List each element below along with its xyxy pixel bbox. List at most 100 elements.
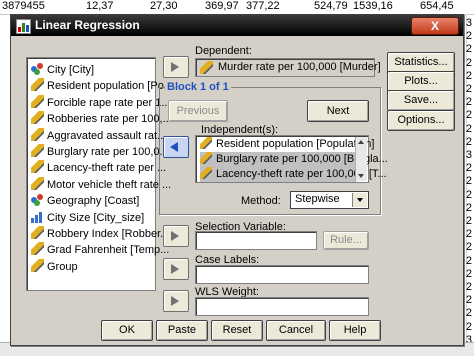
cell[interactable]: 3: [466, 148, 472, 162]
cell[interactable]: 2: [466, 267, 472, 281]
scale-icon: [200, 152, 212, 164]
list-item[interactable]: Grad Fahrenheit [Temp...: [31, 242, 169, 258]
cell[interactable]: 369,97: [205, 0, 239, 13]
statistics-button[interactable]: Statistics...: [387, 52, 455, 73]
list-item[interactable]: Burglary rate per 100,000 [Burgla...: [200, 152, 388, 167]
nominal-icon: [31, 62, 44, 75]
cell[interactable]: 2: [466, 161, 472, 175]
dependent-field[interactable]: Murder rate per 100,000 [Murder]: [195, 58, 381, 77]
scale-icon: [31, 144, 44, 157]
list-item[interactable]: Burglary rate per 100,0...: [31, 144, 169, 160]
list-item[interactable]: Resident population [Po...: [31, 78, 173, 94]
cell[interactable]: 524,79: [314, 0, 348, 13]
variable-label: Geography [Coast]: [47, 195, 140, 208]
list-item[interactable]: Geography [Coast]: [31, 193, 139, 209]
save-button[interactable]: Save...: [387, 90, 455, 111]
scale-icon: [31, 226, 44, 239]
variable-label: Grad Fahrenheit [Temp...: [47, 244, 170, 257]
list-item[interactable]: Lacency-theft rate per 100,000 [T...: [200, 167, 387, 182]
list-item[interactable]: Motor vehicle theft rate ...: [31, 176, 171, 193]
selection-variable-field[interactable]: [195, 231, 317, 250]
move-selection-button[interactable]: [163, 225, 189, 247]
paste-button[interactable]: Paste: [156, 320, 208, 341]
dependent-value: Murder rate per 100,000 [Murder]: [218, 61, 381, 73]
list-item[interactable]: City Size [City_size]: [31, 210, 144, 226]
reset-button[interactable]: Reset: [211, 320, 263, 341]
cell[interactable]: 2: [466, 42, 472, 56]
cell[interactable]: 2: [466, 56, 472, 70]
cell[interactable]: 2: [466, 82, 472, 96]
variable-label: Resident population [Po...: [47, 80, 173, 93]
scale-icon: [31, 242, 44, 256]
cell[interactable]: 2: [466, 135, 472, 149]
scale-icon: [31, 78, 44, 92]
scrollbar[interactable]: [355, 137, 367, 181]
wls-weight-field[interactable]: [195, 297, 369, 316]
left-arrow-icon: [170, 142, 178, 152]
block-label: Block 1 of 1: [165, 81, 231, 93]
plots-button[interactable]: Plots...: [387, 71, 455, 92]
linear-regression-dialog: Linear Regression X City [City] Resident …: [10, 14, 464, 346]
cell[interactable]: 654,45: [420, 0, 454, 13]
variable-label: Robbery Index [Robber...: [47, 228, 170, 240]
cell[interactable]: 2: [466, 108, 472, 122]
list-item[interactable]: Aggravated assault rat...: [31, 127, 166, 144]
chevron-down-icon[interactable]: [352, 193, 367, 207]
options-button[interactable]: Options...: [387, 110, 455, 131]
cell[interactable]: 2: [466, 69, 472, 83]
cancel-button[interactable]: Cancel: [266, 320, 326, 341]
rule-button[interactable]: Rule...: [323, 231, 369, 250]
method-select[interactable]: Stepwise: [290, 191, 369, 209]
cell[interactable]: 2: [466, 227, 472, 241]
list-item[interactable]: Robberies rate per 100,...: [31, 111, 172, 127]
cell[interactable]: 2: [466, 306, 472, 320]
next-button[interactable]: Next: [307, 100, 369, 122]
scale-icon: [31, 127, 44, 141]
help-button[interactable]: Help: [329, 320, 381, 341]
cell[interactable]: 2: [466, 122, 472, 136]
cell[interactable]: 2: [466, 29, 472, 43]
move-dependent-button[interactable]: [163, 56, 189, 78]
cell[interactable]: 3879455: [2, 0, 45, 13]
cell[interactable]: 3: [466, 16, 472, 30]
variable-list[interactable]: City [City] Resident population [Po... For…: [26, 57, 173, 291]
cell[interactable]: 377,22: [246, 0, 280, 13]
case-labels-field[interactable]: [195, 265, 369, 284]
list-item[interactable]: City [City]: [31, 62, 94, 78]
cell[interactable]: 2: [466, 95, 472, 109]
list-item[interactable]: Resident population [Population]: [200, 137, 374, 152]
cell[interactable]: 2: [466, 174, 472, 188]
independent-label: Resident population [Population]: [216, 138, 375, 150]
cell[interactable]: 2: [466, 280, 472, 294]
title-bar: Linear Regression X: [11, 15, 463, 36]
ordinal-icon: [31, 210, 44, 223]
variable-label: Lacency-theft rate per ...: [47, 162, 167, 175]
cell[interactable]: 2: [466, 254, 472, 268]
cell[interactable]: 27,30: [150, 0, 178, 13]
scale-icon: [31, 176, 44, 190]
close-button[interactable]: X: [411, 17, 459, 35]
list-item[interactable]: Lacency-theft rate per ...: [31, 160, 166, 176]
variable-label: Group: [47, 260, 78, 273]
cell[interactable]: 2: [466, 214, 472, 228]
nominal-icon: [31, 193, 44, 207]
ok-button[interactable]: OK: [101, 320, 153, 341]
move-independent-button[interactable]: [163, 136, 189, 158]
cell[interactable]: 2: [466, 293, 472, 307]
move-wls-weight-button[interactable]: [163, 290, 189, 312]
cell[interactable]: 2: [466, 188, 472, 202]
list-item[interactable]: Forcible rape rate per 1...: [31, 94, 171, 111]
independents-list[interactable]: Resident population [Population] Burglary…: [195, 135, 388, 183]
variable-label: Burglary rate per 100,0...: [47, 146, 169, 158]
cell[interactable]: 12,37: [86, 0, 114, 13]
cell[interactable]: 2: [466, 320, 472, 334]
move-case-labels-button[interactable]: [163, 258, 189, 280]
previous-button[interactable]: Previous: [168, 100, 228, 122]
list-item[interactable]: Robbery Index [Robber...: [31, 226, 169, 242]
data-row: 3879455 12,37 27,30 369,97 377,22 524,79…: [0, 0, 474, 15]
list-item[interactable]: Group: [31, 258, 78, 275]
cell[interactable]: 1539,16: [353, 0, 393, 13]
cell[interactable]: 2: [466, 201, 472, 215]
scale-icon: [200, 167, 212, 179]
cell[interactable]: 2: [466, 240, 472, 254]
